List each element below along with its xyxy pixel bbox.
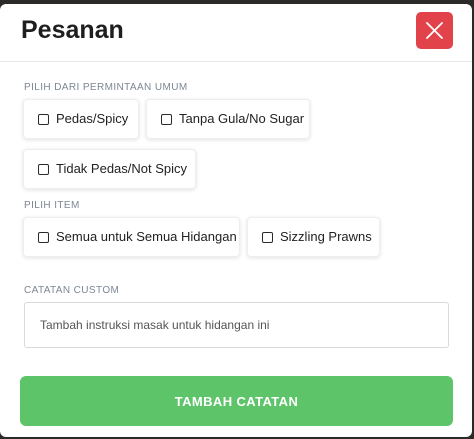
checkbox[interactable] xyxy=(38,164,49,175)
close-button[interactable] xyxy=(416,12,453,49)
modal-header: Pesanan xyxy=(0,4,472,62)
close-x-icon xyxy=(426,22,443,39)
add-note-modal: Pesanan PILIH DARI PERMINTAAN UMUM Pedas… xyxy=(0,4,472,437)
option-label: Tanpa Gula/No Sugar xyxy=(179,111,305,126)
item-label: Semua untuk Semua Hidangan xyxy=(56,229,237,244)
common-requests-label: PILIH DARI PERMINTAAN UMUM xyxy=(24,82,188,93)
modal-title: Pesanan xyxy=(21,16,124,44)
item-label: Sizzling Prawns xyxy=(280,229,372,244)
item-sizzling-prawns[interactable]: Sizzling Prawns xyxy=(247,217,380,257)
option-label: Tidak Pedas/Not Spicy xyxy=(56,161,188,176)
checkbox[interactable] xyxy=(262,232,273,243)
custom-note-label: CATATAN CUSTOM xyxy=(24,285,120,296)
option-pedas-spicy[interactable]: Pedas/Spicy xyxy=(23,99,139,139)
option-tanpa-gula[interactable]: Tanpa Gula/No Sugar xyxy=(146,99,310,139)
custom-note-input[interactable] xyxy=(24,302,449,348)
checkbox[interactable] xyxy=(161,114,172,125)
checkbox[interactable] xyxy=(38,232,49,243)
checkbox[interactable] xyxy=(38,114,49,125)
item-semua-hidangan[interactable]: Semua untuk Semua Hidangan xyxy=(23,217,240,257)
items-label: PILIH ITEM xyxy=(24,200,80,211)
option-label: Pedas/Spicy xyxy=(56,111,129,126)
option-tidak-pedas[interactable]: Tidak Pedas/Not Spicy xyxy=(23,149,196,189)
add-note-button[interactable]: TAMBAH CATATAN xyxy=(20,376,453,426)
